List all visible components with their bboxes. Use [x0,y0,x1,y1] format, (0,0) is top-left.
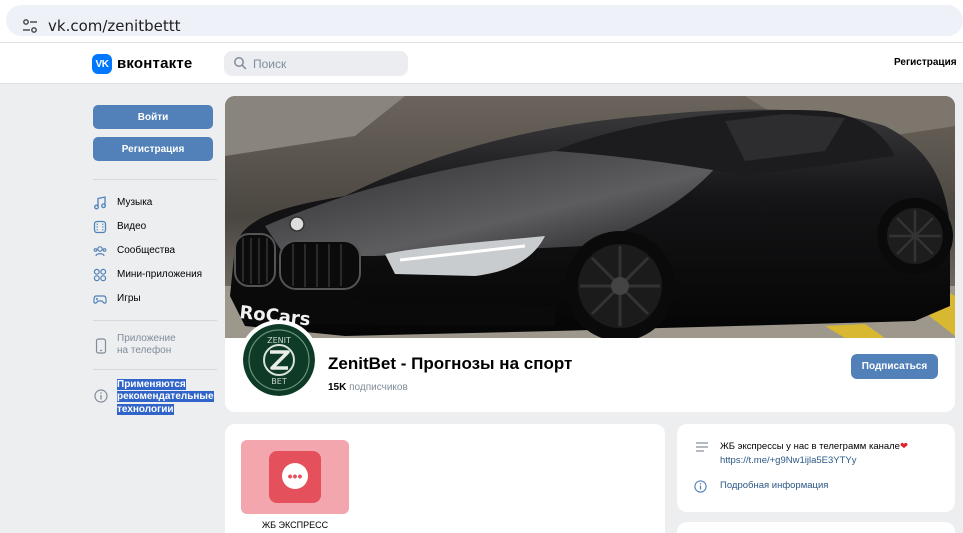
nav-divider [93,179,217,180]
sidebar-item-label: Мини-приложения [117,269,203,280]
vk-logo-icon[interactable]: VK [92,54,112,74]
info-label-line1: Применяются [117,379,186,390]
site-settings-icon[interactable] [22,19,38,33]
phone-icon [95,338,107,354]
music-icon [94,196,106,210]
heart-icon: ❤ [899,441,908,452]
about-card [677,424,955,512]
games-icon [93,295,107,304]
sidebar-item-games[interactable]: Игры [93,290,223,308]
info-icon [694,480,707,493]
url-text[interactable]: vk.com/zenitbettt [48,17,180,35]
search-placeholder: Поиск [253,57,287,71]
group-title: ZenitBet - Прогнозы на спорт [328,354,573,373]
info-label-line3: технологии [117,403,174,415]
sidebar-item-label: Сообщества [117,245,176,256]
header-register-link[interactable]: Регистрация [894,57,957,68]
info-label-line2: рекомендательные [117,391,214,403]
register-button[interactable]: Регистрация [93,137,213,161]
subscribers-counter[interactable]: 15K подписчиков [328,382,408,393]
sidebar-item-label: Музыка [117,197,153,208]
more-info-link[interactable]: Подробная информация [720,480,828,491]
chat-bubble-icon: ••• [282,463,308,489]
app-label-line1: Приложение [117,333,176,344]
subscribers-count: 15K [328,382,347,393]
browser-toolbar: vk.com/zenitbettt [0,0,963,42]
app-label-line2: на телефон [117,345,172,356]
app-tile-label[interactable]: ЖБ ЭКСПРЕСС [241,520,349,530]
subscribe-button[interactable]: Подписаться [851,354,938,379]
avatar-text-top: ZENIT [267,336,291,345]
nav-divider [93,369,217,370]
telegram-link[interactable]: https://t.me/+g9Nw1ijla5E3YTYy [720,455,857,466]
sidebar-item-video[interactable]: Видео [93,218,223,236]
car-photo: RoCars [225,96,955,338]
sidebar-item-music[interactable]: Музыка [93,194,223,212]
communities-icon [93,246,107,257]
sidebar-item-label: Видео [117,221,147,232]
subscribers-label: подписчиков [349,382,408,393]
address-bar[interactable]: vk.com/zenitbettt [6,5,963,36]
group-description: ЖБ экспрессы у нас в телеграмм канале❤ [720,441,908,452]
search-input[interactable]: Поиск [224,51,408,76]
group-avatar[interactable]: ZENIT BET [239,320,319,400]
next-card [677,522,955,533]
vk-logo-text[interactable]: вконтакте [117,55,192,72]
sidebar-item-mobile-app[interactable]: Приложение на телефон [93,332,223,362]
group-cover-image: RoCars [225,96,955,338]
app-tile-zhb-express[interactable]: ••• [241,440,349,514]
login-button[interactable]: Войти [93,105,213,129]
zenitbet-logo-icon: ZENIT BET [243,324,315,396]
sidebar-item-mini-apps[interactable]: Мини-приложения [93,266,223,284]
sidebar-item-communities[interactable]: Сообщества [93,242,223,260]
info-icon [94,389,108,403]
search-icon [234,57,247,70]
mini-apps-icon [93,268,107,282]
video-icon [93,220,107,234]
recommendation-tech-notice[interactable]: Применяются рекомендательные технологии [93,379,223,419]
sidebar-item-label: Игры [117,293,141,304]
nav-divider [93,320,217,321]
vk-header: VK вконтакте Поиск Регистрация [0,42,963,84]
description-icon [696,442,708,452]
avatar-text-bottom: BET [271,377,287,386]
